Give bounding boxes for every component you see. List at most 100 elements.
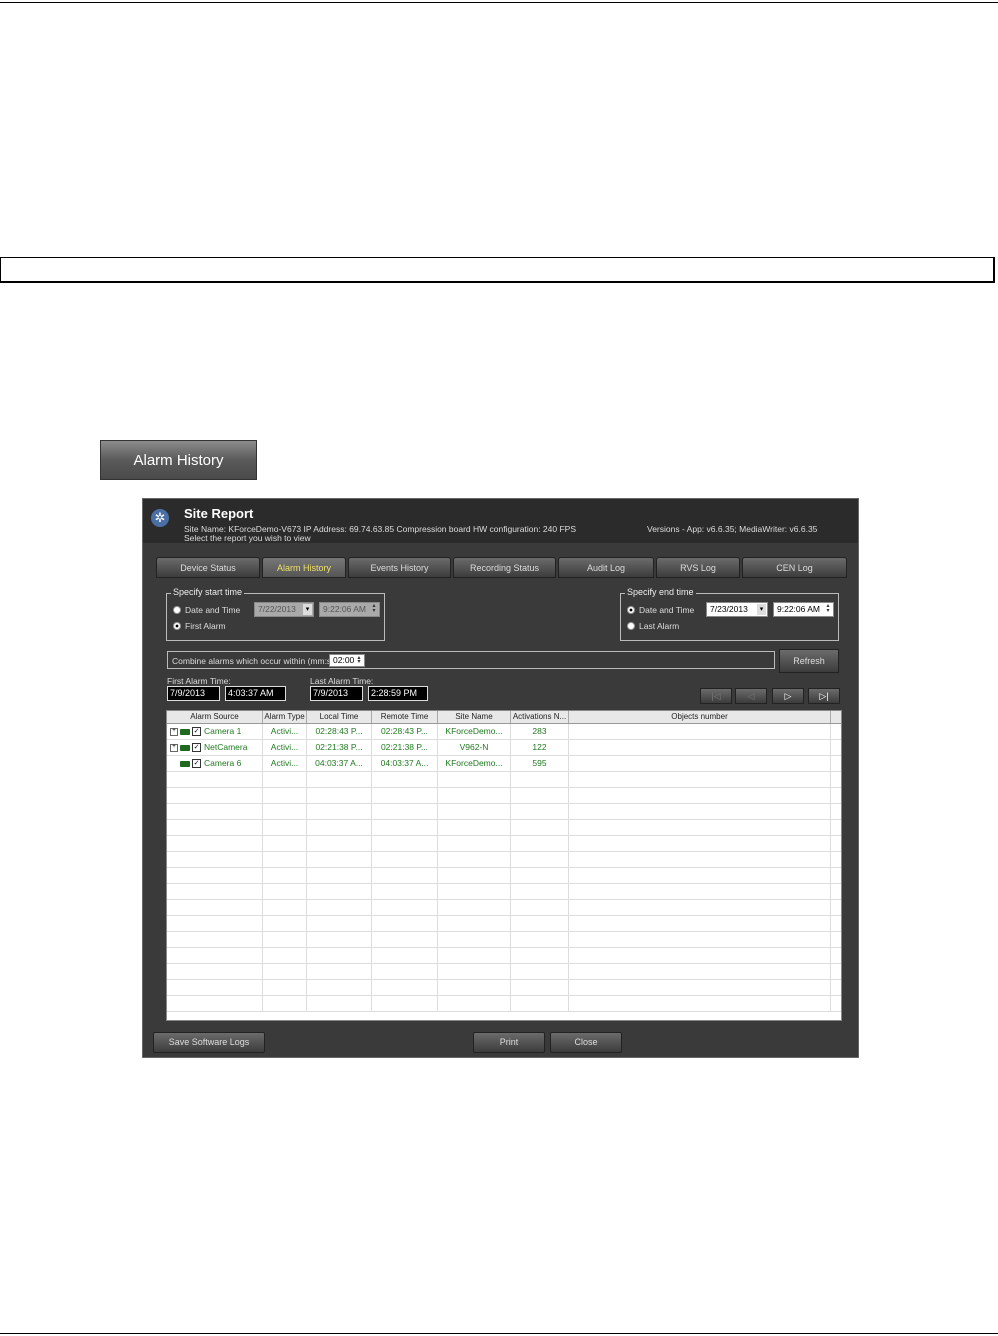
table-cell [372,804,438,819]
table-cell [511,964,569,979]
col-site-name[interactable]: Site Name [438,711,511,723]
start-first-alarm-radio[interactable]: First Alarm [173,621,226,631]
table-cell [372,868,438,883]
table-cell [263,900,307,915]
refresh-button[interactable]: Refresh [779,649,839,673]
end-time-group: Specify end time Date and Time Last Alar… [620,587,839,641]
table-cell: 04:03:37 A... [307,756,372,771]
table-cell: ✓ Camera 6 [167,756,263,771]
table-cell [307,772,372,787]
col-objects-number[interactable]: Objects number [569,711,831,723]
table-row[interactable]: ✓ Camera 6 Activi... 04:03:37 A... 04:03:37 … [167,756,841,772]
table-cell [372,996,438,1011]
first-page-icon[interactable]: |◁ [700,688,732,704]
col-remote-time[interactable]: Remote Time [372,711,438,723]
table-cell [831,964,841,979]
end-last-alarm-radio[interactable]: Last Alarm [627,621,679,631]
table-cell: V962-N [438,740,511,755]
table-cell: KForceDemo... [438,724,511,739]
prev-page-icon[interactable]: ◁ [735,688,767,704]
table-row[interactable]: + ✓ Camera 1 Activi... 02:28:43 P... 02:28:43… [167,724,841,740]
table-cell: 02:21:38 P... [307,740,372,755]
table-cell [831,756,841,771]
table-cell [438,820,511,835]
tab-events-history[interactable]: Events History [348,557,451,578]
expand-icon[interactable]: + [170,727,178,736]
table-cell [372,884,438,899]
table-row [167,980,841,996]
print-button[interactable]: Print [473,1032,545,1053]
tab-recording-status[interactable]: Recording Status [453,557,556,578]
table-row [167,836,841,852]
radio-selected-icon [173,622,181,630]
tab-alarm-history[interactable]: Alarm History [262,557,346,578]
table-cell [372,788,438,803]
table-cell [263,772,307,787]
spinner-icon: ▴ ▾ [372,603,376,614]
expand-icon[interactable]: + [170,743,178,752]
col-local-time[interactable]: Local Time [307,711,372,723]
tab-device-status[interactable]: Device Status [156,557,260,578]
table-cell [167,916,263,931]
next-page-icon[interactable]: ▷ [772,688,804,704]
end-date-field[interactable]: 7/23/2013 ▾ [706,602,768,617]
table-row [167,804,841,820]
table-cell [263,980,307,995]
table-cell [307,964,372,979]
tab-rvs-log[interactable]: RVS Log [656,557,740,578]
table-row [167,916,841,932]
table-cell: Activi... [263,724,307,739]
col-activations[interactable]: Activations N... [511,711,569,723]
table-header: Alarm Source Alarm Type Local Time Remot… [167,711,841,724]
table-cell [438,852,511,867]
table-cell [372,836,438,851]
table-cell [831,980,841,995]
table-cell: Activi... [263,740,307,755]
table-row[interactable]: + ✓ NetCamera Activi... 02:21:38 P... 02:21:3… [167,740,841,756]
table-row [167,932,841,948]
table-cell [438,836,511,851]
checkbox[interactable]: ✓ [192,743,201,753]
table-cell [569,916,831,931]
start-date-value: 7/22/2013 [258,604,296,614]
table-cell [511,868,569,883]
table-cell [167,836,263,851]
table-cell: + ✓ NetCamera [167,740,263,755]
table-cell [167,964,263,979]
table-cell [438,916,511,931]
col-alarm-source[interactable]: Alarm Source [167,711,263,723]
table-cell [263,996,307,1011]
combine-value-field[interactable]: 02:00 ▴ ▾ [329,654,365,667]
table-cell [831,804,841,819]
start-date-field[interactable]: 7/22/2013 ▾ [254,602,314,617]
table-cell [831,884,841,899]
table-cell [569,980,831,995]
start-date-radio[interactable]: Date and Time [173,605,240,615]
table-row [167,884,841,900]
save-software-logs-button[interactable]: Save Software Logs [153,1032,265,1053]
tab-audit-log[interactable]: Audit Log [558,557,654,578]
table-cell [307,884,372,899]
table-cell [372,820,438,835]
table-cell [831,772,841,787]
alarm-source-label: Camera 6 [204,758,242,768]
table-cell [263,788,307,803]
end-time-field[interactable]: 9:22:06 AM ▴ ▾ [773,602,834,617]
end-date-radio[interactable]: Date and Time [627,605,694,615]
col-alarm-type[interactable]: Alarm Type [263,711,307,723]
table-cell [307,852,372,867]
close-button[interactable]: Close [550,1032,622,1053]
instruction-text: Select the report you wish to view [184,533,311,543]
start-time-field[interactable]: 9:22:06 AM ▴ ▾ [319,602,380,617]
table-cell [167,884,263,899]
table-cell [831,788,841,803]
checkbox[interactable]: ✓ [192,759,201,769]
table-cell [569,900,831,915]
last-page-icon[interactable]: ▷| [808,688,840,704]
table-cell [831,724,841,739]
tab-cen-log[interactable]: CEN Log [742,557,847,578]
table-cell [167,996,263,1011]
table-cell [263,852,307,867]
checkbox[interactable]: ✓ [192,727,201,737]
table-cell [167,948,263,963]
